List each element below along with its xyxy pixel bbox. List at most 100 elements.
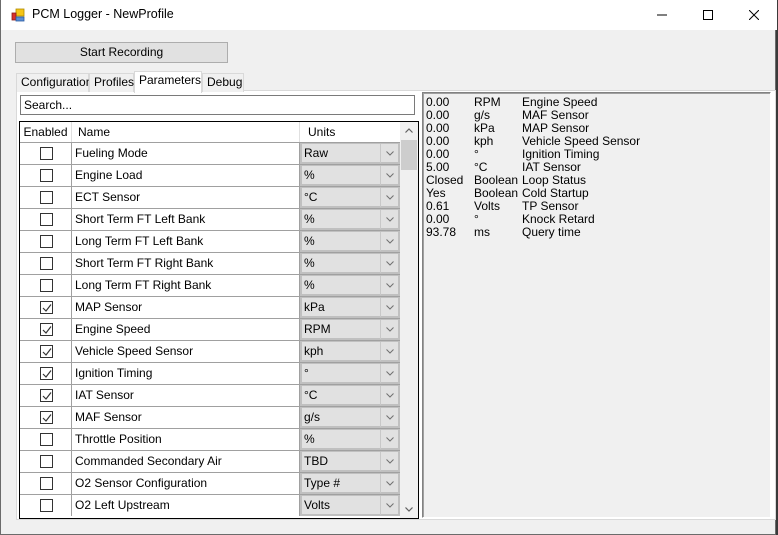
- enabled-checkbox[interactable]: [40, 191, 53, 204]
- dropdown-button[interactable]: [380, 496, 398, 515]
- grid-scrollbar[interactable]: [400, 122, 418, 518]
- parameter-name: Engine Load: [72, 165, 300, 186]
- units-dropdown[interactable]: kph: [300, 341, 400, 362]
- start-recording-button[interactable]: Start Recording: [15, 42, 228, 63]
- minimize-button[interactable]: [639, 0, 685, 30]
- parameter-name: MAP Sensor: [72, 297, 300, 318]
- enabled-checkbox[interactable]: [40, 169, 53, 182]
- dropdown-button[interactable]: [380, 254, 398, 273]
- enabled-checkbox[interactable]: [40, 367, 53, 380]
- enabled-checkbox[interactable]: [40, 411, 53, 424]
- enabled-cell: [20, 319, 72, 340]
- units-dropdown[interactable]: °C: [300, 187, 400, 208]
- units-dropdown[interactable]: RPM: [300, 319, 400, 340]
- dropdown-button[interactable]: [380, 276, 398, 295]
- units-dropdown[interactable]: Type #: [300, 473, 400, 494]
- column-header-name[interactable]: Name: [72, 122, 300, 142]
- units-value: kPa: [304, 300, 325, 314]
- enabled-checkbox[interactable]: [40, 323, 53, 336]
- column-header-enabled[interactable]: Enabled: [20, 122, 72, 142]
- live-parameter-name: Query time: [522, 225, 581, 239]
- enabled-cell: [20, 297, 72, 318]
- chevron-down-icon: [385, 261, 394, 266]
- enabled-checkbox[interactable]: [40, 213, 53, 226]
- units-dropdown[interactable]: %: [300, 165, 400, 186]
- units-dropdown[interactable]: g/s: [300, 407, 400, 428]
- dropdown-button[interactable]: [380, 364, 398, 383]
- units-value: RPM: [304, 322, 331, 336]
- dropdown-button[interactable]: [380, 232, 398, 251]
- parameter-name: Engine Speed: [72, 319, 300, 340]
- parameter-name: Short Term FT Right Bank: [72, 253, 300, 274]
- scroll-up-button[interactable]: [400, 122, 418, 139]
- units-dropdown[interactable]: Raw: [300, 143, 400, 164]
- tab-debug[interactable]: Debug: [202, 73, 244, 92]
- chevron-down-icon: [385, 305, 394, 310]
- app-icon: [11, 8, 25, 22]
- enabled-checkbox[interactable]: [40, 345, 53, 358]
- column-header-units[interactable]: Units: [300, 122, 400, 142]
- units-dropdown[interactable]: %: [300, 209, 400, 230]
- units-dropdown[interactable]: °C: [300, 385, 400, 406]
- table-row: O2 Left Upstream Volts: [20, 494, 400, 516]
- units-value: °: [304, 366, 309, 380]
- dropdown-button[interactable]: [380, 210, 398, 229]
- table-row: Long Term FT Right Bank %: [20, 274, 400, 296]
- units-cell: %: [300, 429, 400, 450]
- tab-configuration[interactable]: Configuration: [16, 73, 92, 92]
- dropdown-button[interactable]: [380, 386, 398, 405]
- units-cell: TBD: [300, 451, 400, 472]
- units-dropdown[interactable]: Volts: [300, 495, 400, 516]
- units-dropdown[interactable]: kPa: [300, 297, 400, 318]
- enabled-checkbox[interactable]: [40, 499, 53, 512]
- dropdown-button[interactable]: [380, 298, 398, 317]
- parameter-name: MAF Sensor: [72, 407, 300, 428]
- dropdown-button[interactable]: [380, 408, 398, 427]
- units-cell: %: [300, 209, 400, 230]
- dropdown-button[interactable]: [380, 188, 398, 207]
- enabled-checkbox[interactable]: [40, 235, 53, 248]
- units-dropdown[interactable]: %: [300, 429, 400, 450]
- table-row: Engine Load %: [20, 164, 400, 186]
- dropdown-button[interactable]: [380, 320, 398, 339]
- parameter-name: Long Term FT Left Bank: [72, 231, 300, 252]
- enabled-cell: [20, 385, 72, 406]
- units-dropdown[interactable]: %: [300, 231, 400, 252]
- maximize-button[interactable]: [685, 0, 731, 30]
- enabled-checkbox[interactable]: [40, 433, 53, 446]
- dropdown-button[interactable]: [380, 430, 398, 449]
- parameters-grid: Enabled Name Units Fueling Mode Raw Engi…: [19, 121, 419, 519]
- close-button[interactable]: [731, 0, 777, 30]
- dropdown-button[interactable]: [380, 474, 398, 493]
- table-row: Fueling Mode Raw: [20, 142, 400, 164]
- units-cell: °C: [300, 187, 400, 208]
- units-dropdown[interactable]: °: [300, 363, 400, 384]
- chevron-down-icon: [385, 459, 394, 464]
- enabled-checkbox[interactable]: [40, 389, 53, 402]
- enabled-checkbox[interactable]: [40, 477, 53, 490]
- chevron-down-icon: [385, 217, 394, 222]
- enabled-checkbox[interactable]: [40, 147, 53, 160]
- enabled-checkbox[interactable]: [40, 257, 53, 270]
- grid-rows: Fueling Mode Raw Engine Load % ECT Senso…: [20, 142, 400, 516]
- enabled-cell: [20, 495, 72, 516]
- units-cell: %: [300, 275, 400, 296]
- window-title: PCM Logger - NewProfile: [32, 7, 174, 21]
- enabled-checkbox[interactable]: [40, 301, 53, 314]
- scroll-down-button[interactable]: [400, 501, 418, 518]
- units-dropdown[interactable]: %: [300, 275, 400, 296]
- chevron-down-icon: [385, 503, 394, 508]
- dropdown-button[interactable]: [380, 144, 398, 163]
- enabled-checkbox[interactable]: [40, 279, 53, 292]
- units-dropdown[interactable]: TBD: [300, 451, 400, 472]
- dropdown-button[interactable]: [380, 452, 398, 471]
- tab-parameters[interactable]: Parameters: [134, 71, 202, 93]
- table-row: ECT Sensor °C: [20, 186, 400, 208]
- dropdown-button[interactable]: [380, 342, 398, 361]
- dropdown-button[interactable]: [380, 166, 398, 185]
- scroll-thumb[interactable]: [401, 140, 417, 170]
- units-dropdown[interactable]: %: [300, 253, 400, 274]
- tab-profiles[interactable]: Profiles: [89, 73, 134, 92]
- enabled-checkbox[interactable]: [40, 455, 53, 468]
- search-input[interactable]: [20, 95, 415, 115]
